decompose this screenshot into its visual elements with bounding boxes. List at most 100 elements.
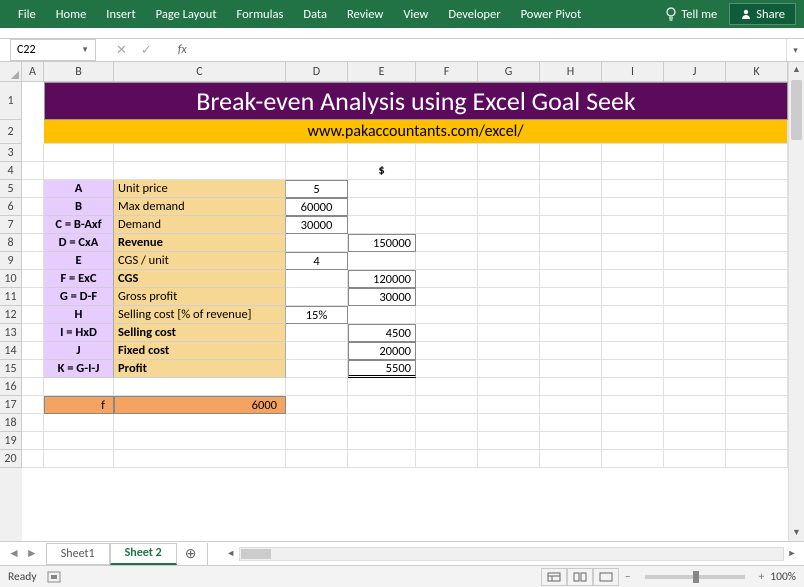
cell-F11[interactable] bbox=[416, 288, 478, 306]
cell-A10[interactable] bbox=[22, 270, 44, 288]
cell-C3[interactable] bbox=[114, 144, 286, 162]
label-13[interactable]: I = HxD bbox=[44, 324, 114, 342]
cell-K18[interactable] bbox=[726, 414, 788, 432]
cell-I10[interactable] bbox=[602, 270, 664, 288]
cell-H18[interactable] bbox=[540, 414, 602, 432]
label-9[interactable]: E bbox=[44, 252, 114, 270]
cell-B20[interactable] bbox=[44, 450, 114, 468]
ribbon-tab-insert[interactable]: Insert bbox=[96, 0, 145, 28]
cell-K3[interactable] bbox=[726, 144, 788, 162]
cell-J13[interactable] bbox=[664, 324, 726, 342]
tell-me[interactable]: Tell me bbox=[653, 7, 729, 22]
cell-E9[interactable] bbox=[348, 252, 416, 270]
cell-H5[interactable] bbox=[540, 180, 602, 198]
desc-8[interactable]: Revenue bbox=[114, 234, 286, 252]
cell-B19[interactable] bbox=[44, 432, 114, 450]
cell-B4[interactable] bbox=[44, 162, 114, 180]
col-header-C[interactable]: C bbox=[114, 62, 286, 82]
label-7[interactable]: C = B-Axf bbox=[44, 216, 114, 234]
col-header-A[interactable]: A bbox=[22, 62, 44, 82]
cell-B18[interactable] bbox=[44, 414, 114, 432]
cell-A5[interactable] bbox=[22, 180, 44, 198]
valE-13[interactable]: 4500 bbox=[348, 324, 416, 342]
cell-G4[interactable] bbox=[478, 162, 540, 180]
cell-D13[interactable] bbox=[286, 324, 348, 342]
cell-D11[interactable] bbox=[286, 288, 348, 306]
cell-I9[interactable] bbox=[602, 252, 664, 270]
row-header-15[interactable]: 15 bbox=[0, 360, 22, 378]
cell-F6[interactable] bbox=[416, 198, 478, 216]
cell-A7[interactable] bbox=[22, 216, 44, 234]
cell-I19[interactable] bbox=[602, 432, 664, 450]
cell-A6[interactable] bbox=[22, 198, 44, 216]
cell-C20[interactable] bbox=[114, 450, 286, 468]
label-14[interactable]: J bbox=[44, 342, 114, 360]
cell-K12[interactable] bbox=[726, 306, 788, 324]
cell-K20[interactable] bbox=[726, 450, 788, 468]
column-headers[interactable]: ABCDEFGHIJK bbox=[22, 62, 788, 82]
cell-F3[interactable] bbox=[416, 144, 478, 162]
label-8[interactable]: D = CxA bbox=[44, 234, 114, 252]
cell-I17[interactable] bbox=[602, 396, 664, 414]
desc-11[interactable]: Gross profit bbox=[114, 288, 286, 306]
cell-A11[interactable] bbox=[22, 288, 44, 306]
col-header-E[interactable]: E bbox=[348, 62, 416, 82]
cell-A18[interactable] bbox=[22, 414, 44, 432]
cell-J19[interactable] bbox=[664, 432, 726, 450]
cell-K14[interactable] bbox=[726, 342, 788, 360]
cell-I18[interactable] bbox=[602, 414, 664, 432]
cell-F14[interactable] bbox=[416, 342, 478, 360]
cell-H16[interactable] bbox=[540, 378, 602, 396]
ribbon-tab-review[interactable]: Review bbox=[337, 0, 393, 28]
cell-H17[interactable] bbox=[540, 396, 602, 414]
ribbon-tab-file[interactable]: File bbox=[8, 0, 46, 28]
select-all-button[interactable] bbox=[0, 62, 22, 82]
cell-I4[interactable] bbox=[602, 162, 664, 180]
cell-C4[interactable] bbox=[114, 162, 286, 180]
cell-G10[interactable] bbox=[478, 270, 540, 288]
cell-E3[interactable] bbox=[348, 144, 416, 162]
cell-J12[interactable] bbox=[664, 306, 726, 324]
cell-K7[interactable] bbox=[726, 216, 788, 234]
cell-K4[interactable] bbox=[726, 162, 788, 180]
cell-K15[interactable] bbox=[726, 360, 788, 378]
cell-G7[interactable] bbox=[478, 216, 540, 234]
share-button[interactable]: Share bbox=[729, 3, 796, 25]
view-pagelayout-button[interactable] bbox=[567, 568, 593, 586]
name-box[interactable]: C22 ▼ bbox=[10, 39, 96, 61]
zoom-thumb[interactable] bbox=[693, 571, 699, 583]
cell-A13[interactable] bbox=[22, 324, 44, 342]
cell-E18[interactable] bbox=[348, 414, 416, 432]
cell-F13[interactable] bbox=[416, 324, 478, 342]
f-label[interactable]: f bbox=[44, 396, 114, 414]
cell-G15[interactable] bbox=[478, 360, 540, 378]
row-header-16[interactable]: 16 bbox=[0, 378, 22, 396]
row-header-5[interactable]: 5 bbox=[0, 180, 22, 198]
cell-H10[interactable] bbox=[540, 270, 602, 288]
col-header-I[interactable]: I bbox=[602, 62, 664, 82]
title-cell[interactable]: Break-even Analysis using Excel Goal See… bbox=[44, 82, 788, 120]
cell-F16[interactable] bbox=[416, 378, 478, 396]
cell-G5[interactable] bbox=[478, 180, 540, 198]
cell-D18[interactable] bbox=[286, 414, 348, 432]
desc-13[interactable]: Selling cost bbox=[114, 324, 286, 342]
row-header-11[interactable]: 11 bbox=[0, 288, 22, 306]
scroll-down-icon[interactable]: ▼ bbox=[789, 525, 804, 541]
desc-14[interactable]: Fixed cost bbox=[114, 342, 286, 360]
cell-G3[interactable] bbox=[478, 144, 540, 162]
cell-A12[interactable] bbox=[22, 306, 44, 324]
valE-14[interactable]: 20000 bbox=[348, 342, 416, 360]
col-header-F[interactable]: F bbox=[416, 62, 478, 82]
cell-G17[interactable] bbox=[478, 396, 540, 414]
scroll-right-icon[interactable]: ► bbox=[784, 548, 800, 559]
cell-J18[interactable] bbox=[664, 414, 726, 432]
row-header-7[interactable]: 7 bbox=[0, 216, 22, 234]
cell-E12[interactable] bbox=[348, 306, 416, 324]
cell-D19[interactable] bbox=[286, 432, 348, 450]
cell-G6[interactable] bbox=[478, 198, 540, 216]
cell-K19[interactable] bbox=[726, 432, 788, 450]
label-5[interactable]: A bbox=[44, 180, 114, 198]
cell-H12[interactable] bbox=[540, 306, 602, 324]
cell-A15[interactable] bbox=[22, 360, 44, 378]
cell-G18[interactable] bbox=[478, 414, 540, 432]
